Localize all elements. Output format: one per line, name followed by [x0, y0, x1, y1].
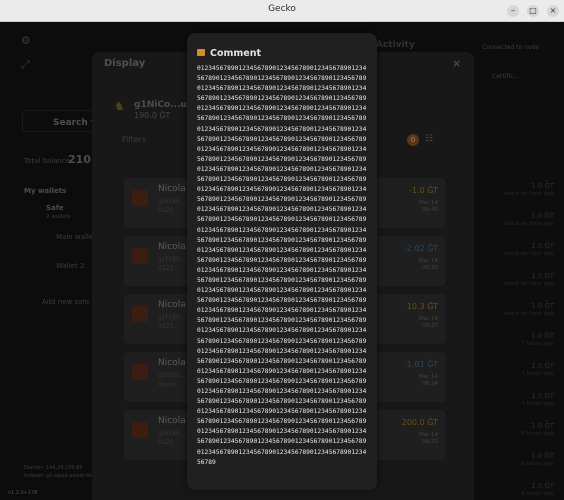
- minimize-button[interactable]: –: [507, 5, 519, 17]
- maximize-icon: □: [529, 6, 537, 15]
- comment-title: Comment: [210, 48, 262, 59]
- comment-text: 0123456789012345678901234567890123456789…: [197, 65, 367, 466]
- window-title: Gecko: [268, 4, 296, 14]
- maximize-button[interactable]: □: [527, 5, 539, 17]
- window-titlebar: Gecko – □ ×: [0, 0, 564, 22]
- comment-dialog: Comment 01234567890123456789012345678901…: [187, 33, 377, 490]
- close-icon: ×: [549, 6, 557, 15]
- comment-header: Comment: [197, 43, 262, 59]
- close-window-button[interactable]: ×: [547, 5, 559, 17]
- comment-icon: [197, 49, 205, 56]
- minimize-icon: –: [511, 6, 515, 15]
